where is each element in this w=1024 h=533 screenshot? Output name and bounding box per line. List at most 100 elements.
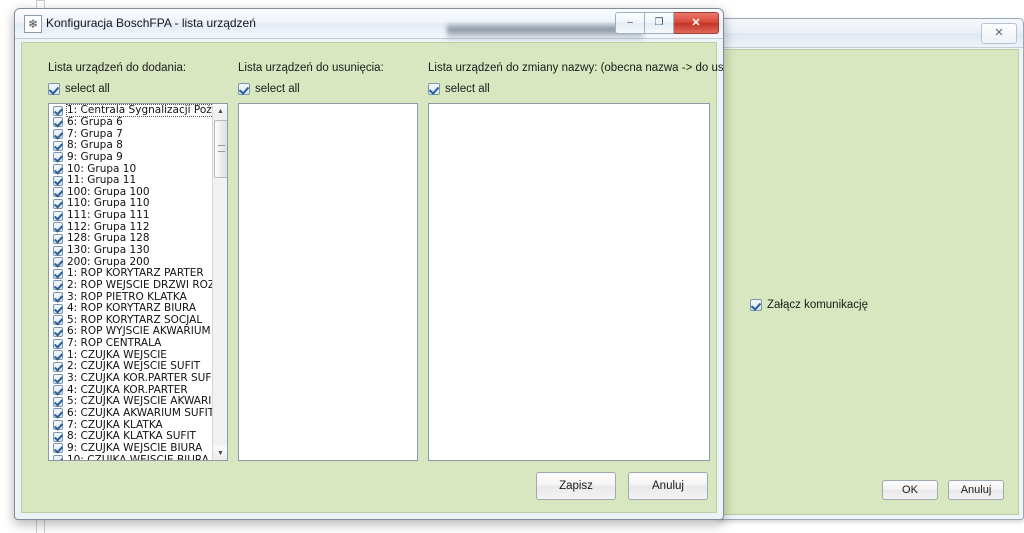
list-item[interactable]: 6: ROP WYJSCIE AKWARIUM	[50, 326, 212, 338]
list-item-checkbox[interactable]	[53, 455, 63, 460]
list-item-checkbox[interactable]	[53, 105, 63, 116]
dialog-titlebar[interactable]: ❄ Konfiguracja BoschFPA - lista urządzeń…	[15, 9, 723, 43]
list-item-checkbox[interactable]	[53, 152, 63, 163]
list-item-checkbox[interactable]	[53, 280, 63, 291]
list-item[interactable]: 8: CZUJKA KLATKA SUFIT	[50, 431, 212, 443]
list-item-checkbox[interactable]	[53, 315, 63, 326]
list-item-label: 2: ROP WEJSCIE DRZWI ROZSUW	[67, 278, 212, 291]
rename-select-all-row[interactable]: select all	[428, 83, 490, 95]
list-item[interactable]: 6: CZUJKA AKWARIUM SUFIT	[50, 407, 212, 420]
enable-communication-checkbox[interactable]	[750, 299, 762, 311]
list-item-checkbox[interactable]	[53, 361, 63, 372]
list-item[interactable]: 100: Grupa 100	[50, 186, 212, 198]
list-item-checkbox[interactable]	[53, 198, 63, 209]
list-item-checkbox[interactable]	[53, 210, 63, 221]
close-icon[interactable]: ✕	[674, 12, 719, 34]
list-item[interactable]: 200: Grupa 200	[50, 256, 212, 268]
list-item[interactable]: 3: ROP PIETRO KLATKA	[50, 291, 212, 303]
minimize-icon[interactable]: –	[615, 12, 645, 34]
list-item-checkbox[interactable]	[53, 257, 63, 268]
list-item-checkbox[interactable]	[53, 338, 63, 349]
background-window-titlebar[interactable]	[717, 19, 1023, 48]
list-item-checkbox[interactable]	[53, 396, 63, 407]
rename-device-listbox[interactable]	[428, 103, 710, 461]
list-item[interactable]: 112: Grupa 112	[50, 221, 212, 233]
list-item-checkbox[interactable]	[53, 245, 63, 256]
background-cancel-button[interactable]: Anuluj	[948, 480, 1004, 500]
list-item-checkbox[interactable]	[53, 233, 63, 244]
list-item-label: 110: Grupa 110	[67, 197, 150, 210]
list-item-label: 7: Grupa 7	[67, 127, 123, 140]
list-item[interactable]: 6: Grupa 6	[50, 116, 212, 129]
list-item[interactable]: 9: Grupa 9	[50, 151, 212, 164]
list-item[interactable]: 130: Grupa 130	[50, 245, 212, 257]
remove-device-listbox[interactable]	[238, 103, 418, 461]
list-item-checkbox[interactable]	[53, 140, 63, 151]
background-window-close-icon[interactable]: ✕	[981, 23, 1017, 44]
list-item[interactable]: 10: Grupa 10	[50, 163, 212, 175]
list-item-checkbox[interactable]	[53, 292, 63, 303]
list-item[interactable]: 7: Grupa 7	[50, 128, 212, 140]
list-item-label: 11: Grupa 11	[67, 174, 137, 187]
list-item-checkbox[interactable]	[53, 303, 63, 314]
scroll-up-icon[interactable]: ▲	[213, 104, 227, 118]
list-item-checkbox[interactable]	[53, 373, 63, 384]
list-item-checkbox[interactable]	[53, 443, 63, 454]
list-item[interactable]: 4: ROP KORYTARZ BIURA	[50, 303, 212, 315]
list-item[interactable]: 7: CZUJKA KLATKA	[50, 419, 212, 431]
list-item-checkbox[interactable]	[53, 326, 63, 337]
list-item[interactable]: 2: CZUJKA WEJSCIE SUFIT	[50, 361, 212, 373]
list-item-checkbox[interactable]	[53, 385, 63, 396]
cancel-button[interactable]: Anuluj	[628, 472, 708, 500]
rename-device-list-items[interactable]	[429, 104, 709, 460]
list-item-checkbox[interactable]	[53, 268, 63, 279]
list-item[interactable]: 5: CZUJKA WEJSCIE AKWARIUM	[50, 396, 212, 408]
list-item[interactable]: 5: ROP KORYTARZ SOCJAL	[50, 314, 212, 327]
rename-select-all-checkbox[interactable]	[428, 83, 440, 95]
list-item-checkbox[interactable]	[53, 222, 63, 233]
add-device-listbox[interactable]: 1: Centrala Sygnalizacji Pożaru6: Grupa …	[48, 103, 228, 461]
list-item[interactable]: 11: Grupa 11	[50, 175, 212, 187]
list-item[interactable]: 8: Grupa 8	[50, 140, 212, 152]
list-item[interactable]: 3: CZUJKA KOR.PARTER SUFIT	[50, 373, 212, 385]
list-item[interactable]: 10: CZUJKA WEJSCIE BIURA SUFIT	[50, 454, 212, 460]
device-list-dialog[interactable]: ❄ Konfiguracja BoschFPA - lista urządzeń…	[14, 8, 724, 520]
remove-select-all-checkbox[interactable]	[238, 83, 250, 95]
ok-button[interactable]: OK	[882, 480, 938, 500]
add-list-scrollbar[interactable]: ▲ ▼	[212, 104, 227, 460]
list-item-label: 8: CZUJKA KLATKA SUFIT	[67, 430, 196, 443]
scroll-down-icon[interactable]: ▼	[213, 446, 227, 460]
list-item-checkbox[interactable]	[53, 129, 63, 140]
list-item[interactable]: 1: CZUJKA WEJSCIE	[50, 349, 212, 361]
list-item[interactable]: 2: ROP WEJSCIE DRZWI ROZSUW	[50, 278, 212, 292]
remove-select-all-row[interactable]: select all	[238, 83, 300, 95]
list-item-checkbox[interactable]	[53, 187, 63, 198]
list-item-checkbox[interactable]	[53, 164, 63, 175]
list-item[interactable]: 7: ROP CENTRALA	[50, 338, 212, 350]
list-item[interactable]: 111: Grupa 111	[50, 210, 212, 222]
list-item[interactable]: 9: CZUJKA WEJSCIE BIURA	[50, 442, 212, 455]
add-device-list-items[interactable]: 1: Centrala Sygnalizacji Pożaru6: Grupa …	[49, 104, 212, 460]
list-item-checkbox[interactable]	[53, 431, 63, 442]
scrollbar-thumb[interactable]	[214, 120, 227, 178]
save-button[interactable]: Zapisz	[536, 472, 616, 500]
list-item-checkbox[interactable]	[53, 350, 63, 361]
list-item[interactable]: 1: ROP KORYTARZ PARTER	[50, 268, 212, 280]
list-item[interactable]: 128: Grupa 128	[50, 233, 212, 245]
add-select-all-checkbox[interactable]	[48, 83, 60, 95]
enable-communication-row[interactable]: Załącz komunikację	[750, 299, 868, 311]
list-item-label: 100: Grupa 100	[67, 185, 150, 198]
list-item[interactable]: 1: Centrala Sygnalizacji Pożaru	[50, 104, 212, 118]
list-item-checkbox[interactable]	[53, 408, 63, 419]
add-select-all-row[interactable]: select all	[48, 83, 110, 95]
maximize-icon[interactable]: ❐	[645, 12, 674, 34]
list-item[interactable]: 4: CZUJKA KOR.PARTER	[50, 384, 212, 396]
list-item-checkbox[interactable]	[53, 175, 63, 186]
list-item-label: 10: Grupa 10	[67, 162, 137, 175]
remove-device-list-items[interactable]	[239, 104, 417, 460]
list-item-checkbox[interactable]	[53, 117, 63, 128]
background-window-body: Załącz komunikację OK Anuluj	[721, 49, 1019, 515]
background-window[interactable]: ✕ Załącz komunikację OK Anuluj	[716, 18, 1024, 520]
list-item-checkbox[interactable]	[53, 420, 63, 431]
list-item[interactable]: 110: Grupa 110	[50, 198, 212, 210]
